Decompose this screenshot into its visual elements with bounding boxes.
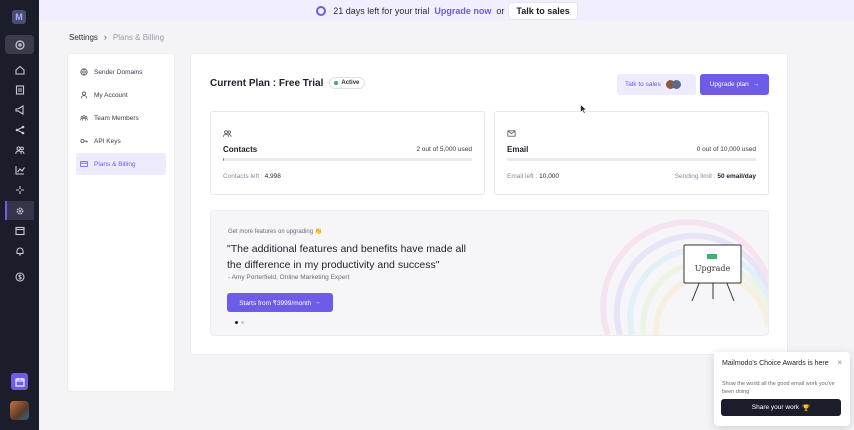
upsell-small-text: Get more features on upgrading 👏 <box>228 229 323 235</box>
breadcrumb-current: Plans & Billing <box>112 32 165 42</box>
sidenav-item-sender-domains[interactable]: Sender Domains <box>76 61 166 83</box>
status-text: Active <box>341 80 360 86</box>
status-badge: Active <box>329 77 366 89</box>
megaphone-icon[interactable] <box>10 100 29 119</box>
email-card: Email 0 out of 10,000 used Email left : … <box>494 111 769 195</box>
trial-text: 21 days left for your trial <box>333 5 430 16</box>
settings-sidenav: Sender Domains My Account Team Members A… <box>67 53 175 392</box>
list-icon[interactable] <box>10 80 29 99</box>
team-icon <box>80 114 88 122</box>
sidenav-label: Sender Domains <box>94 68 143 76</box>
sales-avatar <box>671 80 681 89</box>
home-icon[interactable] <box>10 60 29 79</box>
testimonial-quote: "The additional features and benefits ha… <box>227 243 466 271</box>
sending-limit-value: 50 email/day <box>717 173 756 180</box>
contacts-card: Contacts 2 out of 5,000 used Contacts le… <box>210 111 485 195</box>
sidenav-label: Team Members <box>94 114 139 122</box>
plan-header: Current Plan : Free Trial Active <box>210 77 366 89</box>
email-left: Email left : 10,000 <box>507 173 559 180</box>
toast-description: Show the world all the good email work y… <box>722 381 835 395</box>
awards-toast: Mailmodo's Choice Awards is here × Show … <box>714 352 850 426</box>
user-icon <box>80 91 88 99</box>
upgrade-upsell-card: Get more features on upgrading 👏 "The ad… <box>210 210 769 336</box>
contacts-icon <box>223 125 232 137</box>
contacts-left-label: Contacts left : <box>223 173 263 180</box>
circle-plus-icon[interactable] <box>5 35 34 54</box>
sidenav-item-plans-billing[interactable]: Plans & Billing <box>76 153 166 175</box>
contacts-left-value: 4,998 <box>264 173 281 180</box>
calendar-icon[interactable] <box>11 373 28 390</box>
talk-to-sales-button[interactable]: Talk to sales <box>617 74 696 95</box>
email-left-label: Email left : <box>507 173 538 180</box>
email-left-value: 10,000 <box>539 173 560 180</box>
upgrade-now-link[interactable]: Upgrade now <box>434 6 491 16</box>
clock-icon <box>316 5 327 16</box>
contacts-title: Contacts <box>223 145 258 154</box>
chart-icon[interactable] <box>10 160 29 179</box>
user-avatar[interactable] <box>10 401 29 420</box>
upgrade-plan-label: Upgrade plan <box>709 81 749 88</box>
carousel-dot[interactable] <box>241 321 244 324</box>
trophy-icon: 🏆 <box>802 404 811 412</box>
arrow-right-icon: → <box>314 299 321 306</box>
contacts-usage-bar <box>223 158 472 161</box>
status-dot-icon <box>334 81 339 85</box>
card-icon <box>80 160 88 168</box>
or-text: or <box>496 5 505 16</box>
starts-from-label: Starts from ₹3999/month <box>239 299 312 307</box>
trial-banner: 21 days left for your trial Upgrade now … <box>39 0 854 21</box>
sidenav-item-team-members[interactable]: Team Members <box>76 107 166 129</box>
sending-limit: Sending limit : 50 email/day <box>675 173 756 180</box>
chevron-right-icon: › <box>103 32 107 42</box>
sales-avatars <box>665 80 681 89</box>
email-usage-bar <box>507 158 756 161</box>
board-text: Upgrade <box>695 264 731 273</box>
upgrade-plan-button[interactable]: Upgrade plan → <box>700 74 769 95</box>
sidenav-item-my-account[interactable]: My Account <box>76 84 166 106</box>
app-logo[interactable]: M <box>12 10 26 24</box>
mail-icon <box>507 125 516 137</box>
upgrade-board-illustration: Upgrade <box>600 219 768 335</box>
bell-icon[interactable] <box>10 241 29 260</box>
dollar-icon[interactable] <box>10 267 29 286</box>
carousel-dots <box>235 321 244 324</box>
breadcrumb-settings[interactable]: Settings <box>69 33 98 42</box>
close-icon[interactable]: × <box>837 358 842 367</box>
breadcrumb: Settings › Plans & Billing <box>69 32 164 42</box>
mouse-cursor-icon <box>580 104 588 114</box>
share-your-work-button[interactable]: Share your work 🏆 <box>721 399 841 416</box>
share-icon[interactable] <box>10 120 29 139</box>
talk-to-sales-label: Talk to sales <box>625 81 661 88</box>
contacts-left: Contacts left : 4,998 <box>223 173 281 180</box>
users-icon[interactable] <box>10 140 29 159</box>
email-used: 0 out of 10,000 used <box>696 146 756 153</box>
starts-from-button[interactable]: Starts from ₹3999/month → <box>227 293 333 312</box>
email-title: Email <box>507 145 529 154</box>
arrow-right-icon: → <box>752 81 760 88</box>
sidenav-label: Plans & Billing <box>94 160 136 168</box>
sidenav-item-api-keys[interactable]: API Keys <box>76 130 166 152</box>
sparkle-icon[interactable] <box>10 180 29 199</box>
plan-title: Current Plan : Free Trial <box>210 77 324 89</box>
gear-icon[interactable] <box>5 201 34 220</box>
testimonial-author: - Amy Porterfield, Online Marketing Expe… <box>228 274 350 281</box>
window-icon[interactable] <box>10 221 29 240</box>
share-your-work-label: Share your work <box>751 404 800 411</box>
carousel-dot[interactable] <box>235 321 238 324</box>
sending-limit-label: Sending limit : <box>674 173 716 180</box>
plans-main-card: Current Plan : Free Trial Active Talk to… <box>190 53 788 355</box>
globe-icon <box>80 68 88 76</box>
app-rail: M <box>0 0 39 430</box>
banner-talk-to-sales-button[interactable]: Talk to sales <box>509 2 577 19</box>
toast-title: Mailmodo's Choice Awards is here <box>722 360 829 367</box>
sidenav-label: API Keys <box>94 137 121 145</box>
sidenav-label: My Account <box>94 91 128 99</box>
contacts-used: 2 out of 5,000 used <box>416 146 472 153</box>
key-icon <box>80 137 88 145</box>
